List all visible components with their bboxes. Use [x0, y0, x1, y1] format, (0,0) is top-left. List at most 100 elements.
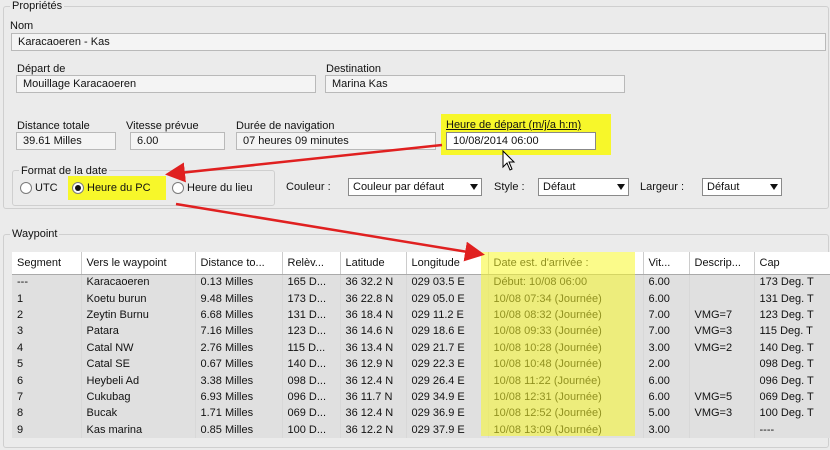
table-cell: 069 D...	[282, 405, 341, 422]
duration-label: Durée de navigation	[236, 120, 335, 132]
table-cell: 8	[12, 405, 82, 422]
table-cell: 7.00	[643, 306, 690, 324]
table-cell: 7.00	[643, 323, 690, 340]
table-cell: 0.13 Milles	[195, 274, 283, 291]
table-cell: 36 13.4 N	[340, 339, 407, 356]
table-cell: Heybeli Ad	[81, 372, 196, 389]
table-cell: ---	[12, 274, 82, 291]
destination-field[interactable]: Marina Kas	[325, 75, 625, 93]
table-cell	[689, 421, 755, 438]
table-cell: 029 03.5 E	[406, 274, 489, 291]
table-cell: 173 Deg. T	[754, 274, 830, 291]
table-row[interactable]: 1 Koetu burun 9.48 Milles 173 D... 36 22.8 N…	[12, 290, 830, 307]
table-row[interactable]: 7 Cukubag 6.93 Milles 096 D... 36 11.7 N 029 …	[12, 388, 830, 406]
distance-label: Distance totale	[17, 120, 90, 132]
table-cell: 6.00	[643, 274, 690, 291]
column-header[interactable]: Distance to...	[195, 252, 283, 275]
table-cell: 029 22.3 E	[406, 355, 489, 373]
table-row[interactable]: 3 Patara 7.16 Milles 123 D... 36 14.6 N 029 1…	[12, 323, 830, 340]
table-row[interactable]: 6 Heybeli Ad 3.38 Milles 098 D... 36 12.4 N0…	[12, 372, 830, 389]
table-cell: 36 14.6 N	[340, 323, 407, 340]
table-cell: Cukubag	[81, 388, 196, 406]
table-cell: 098 D...	[282, 372, 341, 389]
table-cell: 3	[12, 323, 82, 340]
table-cell: Koetu burun	[81, 290, 196, 307]
column-header[interactable]: Vers le waypoint	[81, 252, 196, 275]
table-cell: 029 11.2 E	[406, 306, 489, 324]
table-cell	[689, 290, 755, 307]
table-cell: Zeytin Burnu	[81, 306, 196, 324]
table-row[interactable]: 8 Bucak 1.71 Milles 069 D... 36 12.4 N 029 36…	[12, 405, 830, 422]
style-select[interactable]: Défaut	[538, 178, 629, 196]
table-cell: 123 Deg. T	[754, 306, 830, 324]
table-cell: 3.00	[643, 339, 690, 356]
table-cell: 6.93 Milles	[195, 388, 283, 406]
table-cell: 029 18.6 E	[406, 323, 489, 340]
column-header[interactable]: Segment	[12, 252, 82, 275]
departure-field[interactable]: Mouillage Karacaoeren	[16, 75, 316, 93]
width-label: Largeur :	[640, 181, 685, 193]
speed-field[interactable]: 6.00	[130, 132, 225, 150]
table-cell: 5	[12, 355, 82, 373]
table-row[interactable]: --- Karacaoeren 0.13 Milles 165 D... 36 32.2…	[12, 274, 830, 291]
table-cell: 6.00	[643, 388, 690, 406]
table-cell: 131 D...	[282, 306, 341, 324]
table-cell: 36 12.4 N	[340, 405, 407, 422]
radio-utc-label: UTC	[35, 182, 58, 194]
table-cell: 6.00	[643, 290, 690, 307]
date-column-highlight	[481, 252, 635, 436]
radio-local-time[interactable]: Heure du lieu	[172, 182, 252, 194]
column-header[interactable]: Vit...	[643, 252, 690, 275]
table-cell	[689, 355, 755, 373]
table-cell: 9.48 Milles	[195, 290, 283, 307]
style-label: Style :	[494, 181, 525, 193]
color-select-value: Couleur par défaut	[353, 181, 445, 193]
color-label: Couleur :	[286, 181, 331, 193]
table-cell: 6	[12, 372, 82, 389]
width-select-value: Défaut	[707, 181, 740, 193]
table-cell: 029 26.4 E	[406, 372, 489, 389]
table-cell: 7.16 Milles	[195, 323, 283, 340]
table-cell: 2.00	[643, 355, 690, 373]
table-row[interactable]: 2 Zeytin Burnu 6.68 Milles 131 D... 36 18.4 …	[12, 306, 830, 324]
table-cell: 173 D...	[282, 290, 341, 307]
column-header[interactable]: Cap	[754, 252, 830, 275]
table-cell: 7	[12, 388, 82, 406]
table-row[interactable]: 4 Catal NW 2.76 Milles 115 D... 36 13.4 N 029…	[12, 339, 830, 356]
color-select[interactable]: Couleur par défaut	[348, 178, 482, 196]
destination-label: Destination	[326, 63, 382, 75]
table-cell: 029 34.9 E	[406, 388, 489, 406]
table-cell: 2.76 Milles	[195, 339, 283, 356]
table-cell: Bucak	[81, 405, 196, 422]
duration-field: 07 heures 09 minutes	[236, 132, 436, 150]
table-cell: 029 36.9 E	[406, 405, 489, 422]
column-header[interactable]: Descrip...	[689, 252, 755, 275]
width-select[interactable]: Défaut	[702, 178, 782, 196]
speed-label: Vitesse prévue	[126, 120, 199, 132]
column-header[interactable]: Relèv...	[282, 252, 341, 275]
table-row[interactable]: 5 Catal SE 0.67 Milles 140 D... 36 12.9 N 029…	[12, 355, 830, 373]
radio-pc-time[interactable]: Heure du PC	[72, 182, 151, 194]
chevron-down-icon	[770, 184, 778, 190]
column-header[interactable]: Latitude	[340, 252, 407, 275]
table-cell: VMG=5	[689, 388, 755, 406]
table-cell: VMG=3	[689, 405, 755, 422]
departure-time-field[interactable]: 10/08/2014 06:00	[446, 132, 596, 150]
table-cell: 096 D...	[282, 388, 341, 406]
table-cell: Patara	[81, 323, 196, 340]
table-cell: 029 37.9 E	[406, 421, 489, 438]
table-cell: 115 D...	[282, 339, 341, 356]
table-cell: 6.68 Milles	[195, 306, 283, 324]
mouse-cursor-icon	[502, 150, 516, 171]
column-header[interactable]: Longitude	[406, 252, 489, 275]
table-cell: Kas marina	[81, 421, 196, 438]
table-cell: 3.38 Milles	[195, 372, 283, 389]
radio-utc[interactable]: UTC	[20, 182, 58, 194]
table-cell: 36 32.2 N	[340, 274, 407, 291]
table-cell: 3.00	[643, 421, 690, 438]
table-row[interactable]: 9 Kas marina 0.85 Milles 100 D... 36 12.2 N0…	[12, 421, 830, 438]
table-cell: 36 18.4 N	[340, 306, 407, 324]
table-cell: 029 05.0 E	[406, 290, 489, 307]
name-field[interactable]: Karacaoeren - Kas	[11, 33, 826, 51]
table-cell: 098 Deg. T	[754, 355, 830, 373]
